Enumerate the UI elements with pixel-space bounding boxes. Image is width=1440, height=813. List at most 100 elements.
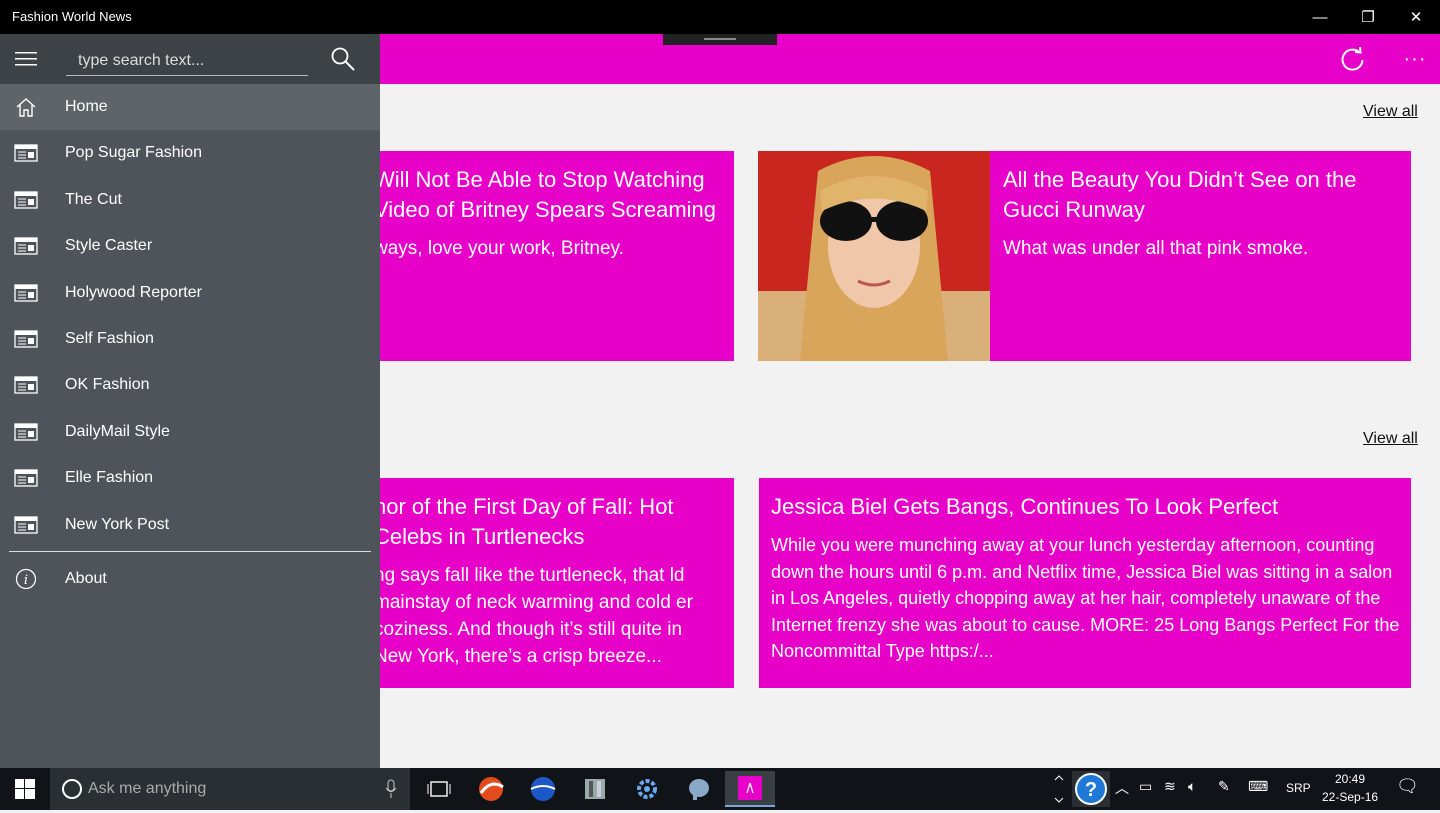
nav-item-home[interactable]: Home: [0, 84, 380, 130]
archive-icon: [585, 779, 605, 799]
news-card[interactable]: nor of the First Day of Fall: Hot Celebs…: [380, 478, 734, 688]
card-description: While you were munching away at your lun…: [771, 535, 1400, 661]
keyboard-icon[interactable]: ⌨: [1248, 778, 1268, 795]
search-bar: [52, 34, 380, 84]
card-title: All the Beauty You Didn’t See on the Guc…: [1003, 167, 1357, 222]
action-center-icon[interactable]: 🗨︎: [1396, 776, 1419, 797]
hamburger-menu-button[interactable]: [0, 34, 52, 84]
start-button[interactable]: [0, 768, 50, 810]
help-icon: ?: [1075, 773, 1107, 805]
elephant-icon: [689, 779, 709, 800]
nav-divider: [9, 551, 371, 552]
search-button[interactable]: [330, 46, 358, 74]
more-options-button[interactable]: ···: [1400, 44, 1430, 74]
nav-item-holywood-reporter[interactable]: Holywood Reporter: [0, 270, 380, 316]
nav-item-label: Elle Fashion: [65, 469, 154, 487]
card-description: ways, love your work, Britney.: [380, 238, 624, 259]
app-command-bar: [380, 34, 1440, 84]
news-card[interactable]: Will Not Be Able to Stop Watching Video …: [380, 151, 734, 361]
nav-item-label: The Cut: [65, 190, 122, 208]
wifi-icon[interactable]: ≋: [1164, 778, 1176, 795]
taskbar-app-fashion-world-news[interactable]: [725, 771, 775, 807]
close-button[interactable]: ✕: [1392, 0, 1440, 34]
search-input[interactable]: [66, 46, 308, 76]
taskbar-scroll[interactable]: [1050, 770, 1068, 808]
nav-item-style-caster[interactable]: Style Caster: [0, 223, 380, 269]
nav-item-label: Pop Sugar Fashion: [65, 144, 202, 162]
taskbar-app-settings[interactable]: [622, 771, 672, 807]
refresh-button[interactable]: [1338, 44, 1368, 74]
help-button[interactable]: ?: [1072, 771, 1110, 807]
news-card[interactable]: All the Beauty You Didn’t See on the Guc…: [758, 151, 1411, 361]
view-all-link-1[interactable]: View all: [1363, 103, 1418, 121]
taskbar-app-globe[interactable]: [518, 771, 568, 807]
navigation-pane: Home Pop Sugar Fashion The Cut Style Caster…: [0, 34, 380, 768]
card-description: What was under all that pink smoke.: [1003, 238, 1309, 259]
microphone-icon[interactable]: [384, 779, 398, 804]
refresh-icon: [1341, 46, 1364, 71]
volume-icon[interactable]: 🔈︎: [1188, 778, 1196, 795]
globe-icon: [530, 777, 556, 801]
nav-item-label: OK Fashion: [65, 376, 150, 394]
nav-item-label: Home: [65, 98, 108, 115]
card-title: nor of the First Day of Fall: Hot Celebs…: [380, 494, 674, 549]
nav-item-ok-fashion[interactable]: OK Fashion: [0, 362, 380, 408]
language-indicator[interactable]: SRP: [1286, 781, 1311, 795]
view-all-link-2[interactable]: View all: [1363, 430, 1418, 448]
windows-icon: [15, 779, 35, 799]
task-view-icon: [427, 781, 451, 797]
nav-item-label: Self Fashion: [65, 330, 154, 347]
restore-button[interactable]: ❐: [1344, 0, 1392, 34]
news-icon: [14, 468, 38, 488]
pen-icon[interactable]: ✎: [1218, 778, 1230, 795]
news-icon: [14, 143, 38, 163]
card-image: [758, 151, 990, 361]
nav-item-label: DailyMail Style: [65, 422, 170, 440]
nav-item-label: About: [65, 570, 107, 587]
task-view-button[interactable]: [414, 771, 464, 807]
svg-text:i: i: [24, 573, 28, 588]
minimize-button[interactable]: —: [1296, 0, 1344, 34]
title-bar: Fashion World News — ❐ ✕: [0, 0, 1440, 34]
taskbar: ? ︿ ▭ ≋ 🔈︎ ✎ ⌨ SRP 20:49 22-Sep-16 🗨︎: [0, 768, 1440, 810]
news-icon: [14, 236, 38, 256]
news-icon: [14, 422, 38, 442]
clock-time[interactable]: 20:49: [1335, 772, 1365, 786]
nav-item-label: Holywood Reporter: [65, 283, 202, 301]
news-card[interactable]: Jessica Biel Gets Bangs, Continues To Lo…: [759, 478, 1411, 688]
browser-icon: [479, 777, 504, 801]
taskbar-app-database[interactable]: [674, 771, 724, 807]
news-icon: [14, 515, 38, 535]
hamburger-icon: [15, 52, 37, 66]
taskbar-app-browser[interactable]: [466, 771, 516, 807]
card-description: ng says fall like the turtleneck, that l…: [380, 565, 693, 667]
card-title: Will Not Be Able to Stop Watching Video …: [380, 167, 716, 222]
cortana-icon: [62, 779, 82, 799]
main-content: View all Will Not Be Able to Stop Watchi…: [380, 84, 1440, 768]
news-icon: [14, 375, 38, 395]
nav-item-about[interactable]: i About: [0, 556, 380, 602]
clock-date[interactable]: 22-Sep-16: [1322, 790, 1378, 804]
card-title: Jessica Biel Gets Bangs, Continues To Lo…: [771, 494, 1279, 519]
battery-icon[interactable]: ▭: [1139, 778, 1152, 795]
news-icon: [14, 329, 38, 349]
fashion-app-icon: [738, 776, 762, 800]
nav-item-self-fashion[interactable]: Self Fashion: [0, 316, 380, 362]
svg-text:?: ?: [1085, 779, 1097, 801]
info-icon: i: [14, 568, 38, 590]
nav-item-elle-fashion[interactable]: Elle Fashion: [0, 455, 380, 501]
news-icon: [14, 283, 38, 303]
drag-handle[interactable]: [663, 34, 777, 45]
news-icon: [14, 190, 38, 210]
taskbar-app-archive[interactable]: [570, 771, 620, 807]
nav-item-label: New York Post: [65, 515, 170, 533]
nav-item-dailymail-style[interactable]: DailyMail Style: [0, 409, 380, 455]
cortana-input[interactable]: [88, 778, 358, 800]
cortana-search[interactable]: [50, 768, 410, 810]
home-icon: [14, 97, 38, 117]
gear-icon: [637, 779, 657, 799]
nav-item-new-york-post[interactable]: New York Post: [0, 502, 380, 548]
show-hidden-icons-icon[interactable]: ︿: [1115, 778, 1129, 798]
nav-item-pop-sugar-fashion[interactable]: Pop Sugar Fashion: [0, 130, 380, 176]
nav-item-the-cut[interactable]: The Cut: [0, 177, 380, 223]
